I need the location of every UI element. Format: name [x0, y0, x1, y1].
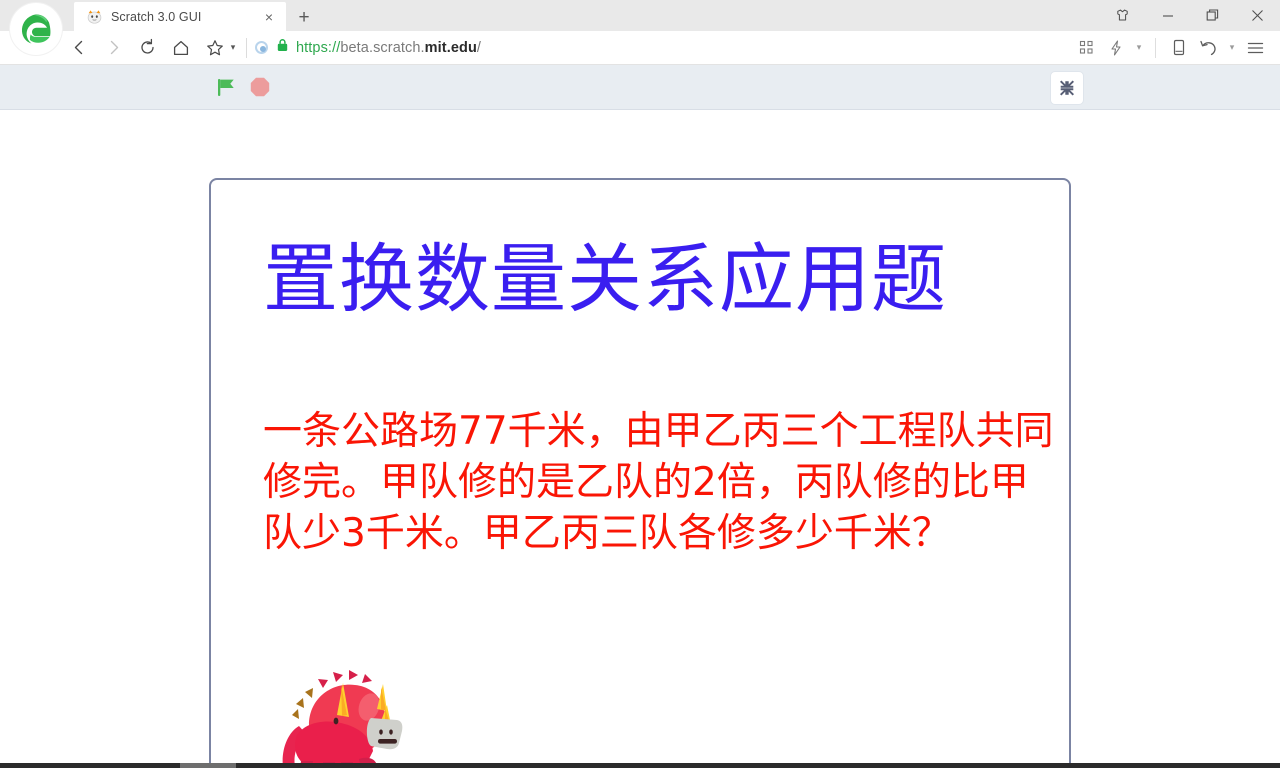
site-permissions-icon[interactable] [255, 41, 268, 54]
stop-button[interactable] [246, 73, 274, 101]
green-flag-button[interactable] [212, 73, 240, 101]
window-close-icon[interactable] [1235, 0, 1280, 31]
navbar-right-tools: ▾ ▾ [1071, 33, 1270, 63]
back-icon[interactable] [62, 33, 96, 63]
tab-title: Scratch 3.0 GUI [111, 9, 202, 24]
stage-body-text: 一条公路场77千米，由甲乙丙三个工程队共同修完。甲队修的是乙队的2倍，丙队修的比… [263, 409, 1054, 556]
url-scheme: https:// [296, 39, 341, 56]
new-tab-button[interactable]: + [290, 3, 318, 31]
bottom-strip-segment [180, 763, 236, 768]
lightning-caret-icon[interactable]: ▾ [1131, 42, 1147, 53]
dinosaur-sprite[interactable] [279, 663, 409, 768]
mobile-view-icon[interactable] [1164, 33, 1194, 63]
stage-container: 置换数量关系应用题 一条公路场77千米，由甲乙丙三个工程队共同修完。甲队修的是乙… [209, 178, 1071, 768]
window-controls [1100, 0, 1280, 31]
stage-title-text: 置换数量关系应用题 [263, 235, 948, 323]
close-icon[interactable]: × [260, 8, 278, 26]
toolbar-divider [1155, 37, 1156, 58]
url-path: / [476, 39, 482, 56]
browser-tab[interactable]: Scratch 3.0 GUI × [74, 2, 286, 31]
history-back-icon[interactable] [1194, 33, 1224, 63]
reload-icon[interactable] [130, 33, 164, 63]
scratch-stage[interactable]: 置换数量关系应用题 一条公路场77千米，由甲乙丙三个工程队共同修完。甲队修的是乙… [209, 178, 1071, 768]
unfullscreen-icon [1060, 80, 1074, 96]
navigation-bar: ▾ https://beta.scratch.mit.edu/ ▾ ▾ [0, 31, 1280, 65]
bottom-status-strip [0, 763, 1280, 768]
browser-window: Scratch 3.0 GUI × + ▾ https://beta.scrat… [0, 0, 1280, 768]
stage-controls-bar [0, 65, 1280, 110]
shirt-icon[interactable] [1100, 0, 1145, 31]
address-bar[interactable]: https://beta.scratch.mit.edu/ [255, 38, 1071, 57]
url-host-strong: mit.edu [424, 39, 477, 56]
nav-divider [246, 37, 247, 58]
scratch-cat-favicon [86, 8, 103, 25]
forward-icon [96, 33, 130, 63]
minimize-icon[interactable] [1145, 0, 1190, 31]
url-text[interactable]: https://beta.scratch.mit.edu/ [296, 40, 481, 56]
history-caret-icon[interactable]: ▾ [1224, 42, 1240, 53]
browser-logo-area [0, 0, 62, 55]
scratch-fullscreen-page: 置换数量关系应用题 一条公路场77千米，由甲乙丙三个工程队共同修完。甲队修的是乙… [0, 65, 1280, 768]
tab-strip: Scratch 3.0 GUI × + [0, 0, 1280, 55]
apps-grid-icon[interactable] [1071, 33, 1101, 63]
browser-e-logo[interactable] [10, 3, 62, 55]
unfullscreen-control-button[interactable] [1050, 71, 1084, 105]
bookmark-caret-icon[interactable]: ▾ [226, 42, 240, 53]
url-host-prefix: beta.scratch. [340, 39, 425, 56]
maximize-icon[interactable] [1190, 0, 1235, 31]
lock-icon[interactable] [276, 38, 289, 57]
home-icon[interactable] [164, 33, 198, 63]
hamburger-menu-icon[interactable] [1240, 33, 1270, 63]
lightning-icon[interactable] [1101, 33, 1131, 63]
